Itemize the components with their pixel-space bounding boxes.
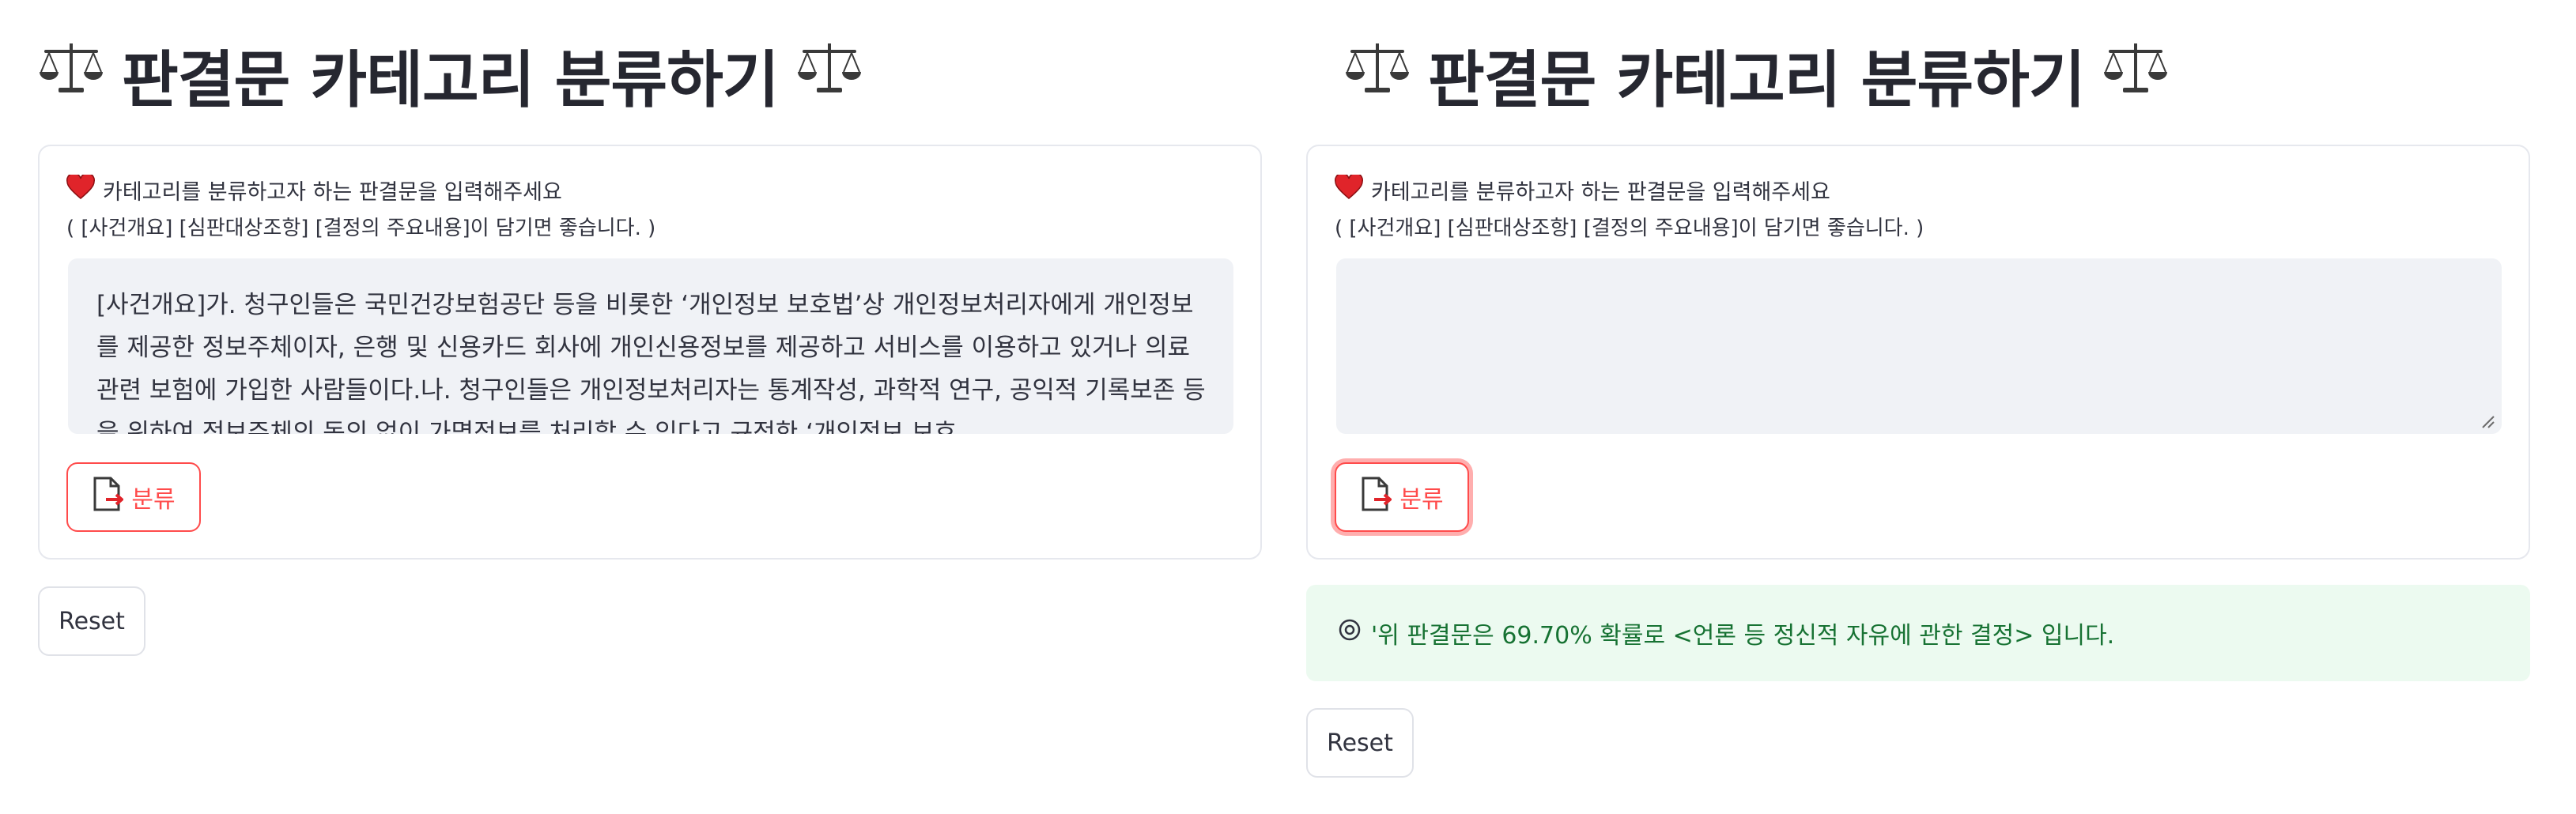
judgment-textarea[interactable]: [사건개요]가. 청구인들은 국민건강보험공단 등을 비롯한 ‘개인정보 보호법…	[68, 258, 1233, 434]
result-alert: '위 판결문은 69.70% 확률로 <언론 등 정신적 자유에 관한 결정> …	[1306, 585, 2530, 681]
right-panel: 판결문 카테고리 분류하기 카테고리를 분류하고자 하는 판결문을 입력해주세요…	[1306, 0, 2540, 814]
classify-form: 카테고리를 분류하고자 하는 판결문을 입력해주세요 ( [사건개요] [심판대…	[38, 145, 1262, 560]
classify-button-label: 분류	[131, 486, 176, 514]
input-hint: ( [사건개요] [심판대상조항] [결정의 주요내용]이 담기면 좋습니다. …	[1335, 217, 1924, 240]
textarea-value: [사건개요]가. 청구인들은 국민건강보험공단 등을 비롯한 ‘개인정보 보호법…	[96, 291, 1206, 434]
balance-scale-icon	[2102, 40, 2169, 111]
reset-button[interactable]: Reset	[1306, 708, 1414, 778]
balance-scale-icon	[1344, 40, 1411, 111]
classify-button-label: 분류	[1399, 486, 1444, 514]
heart-icon	[66, 172, 95, 205]
resize-grip-icon[interactable]	[2478, 412, 2495, 429]
target-icon	[1338, 618, 1362, 648]
heart-icon	[1335, 172, 1363, 205]
input-label: 카테고리를 분류하고자 하는 판결문을 입력해주세요	[1335, 172, 1830, 205]
classify-form: 카테고리를 분류하고자 하는 판결문을 입력해주세요 ( [사건개요] [심판대…	[1306, 145, 2530, 560]
page-title: 판결문 카테고리 분류하기	[1344, 32, 2169, 119]
document-arrow-icon	[92, 476, 125, 518]
page-title: 판결문 카테고리 분류하기	[38, 32, 863, 119]
result-text: '위 판결문은 69.70% 확률로 <언론 등 정신적 자유에 관한 결정> …	[1371, 622, 2115, 650]
input-label-text: 카테고리를 분류하고자 하는 판결문을 입력해주세요	[1371, 180, 1830, 205]
page-title-text: 판결문 카테고리 분류하기	[1428, 45, 2086, 116]
classify-button[interactable]: 분류	[1335, 462, 1469, 532]
input-hint: ( [사건개요] [심판대상조항] [결정의 주요내용]이 담기면 좋습니다. …	[66, 217, 656, 240]
balance-scale-icon	[38, 40, 104, 111]
page-title-text: 판결문 카테고리 분류하기	[122, 45, 780, 116]
document-arrow-icon	[1360, 476, 1393, 518]
classify-button[interactable]: 분류	[66, 462, 201, 532]
left-panel: 판결문 카테고리 분류하기 카테고리를 분류하고자 하는 판결문을 입력해주세요…	[0, 0, 1262, 814]
reset-button[interactable]: Reset	[38, 586, 145, 656]
input-label-text: 카테고리를 분류하고자 하는 판결문을 입력해주세요	[103, 180, 562, 205]
balance-scale-icon	[796, 40, 863, 111]
input-label: 카테고리를 분류하고자 하는 판결문을 입력해주세요	[66, 172, 562, 205]
judgment-textarea[interactable]	[1336, 258, 2502, 434]
result-message: '위 판결문은 69.70% 확률로 <언론 등 정신적 자유에 관한 결정> …	[1338, 585, 2114, 681]
